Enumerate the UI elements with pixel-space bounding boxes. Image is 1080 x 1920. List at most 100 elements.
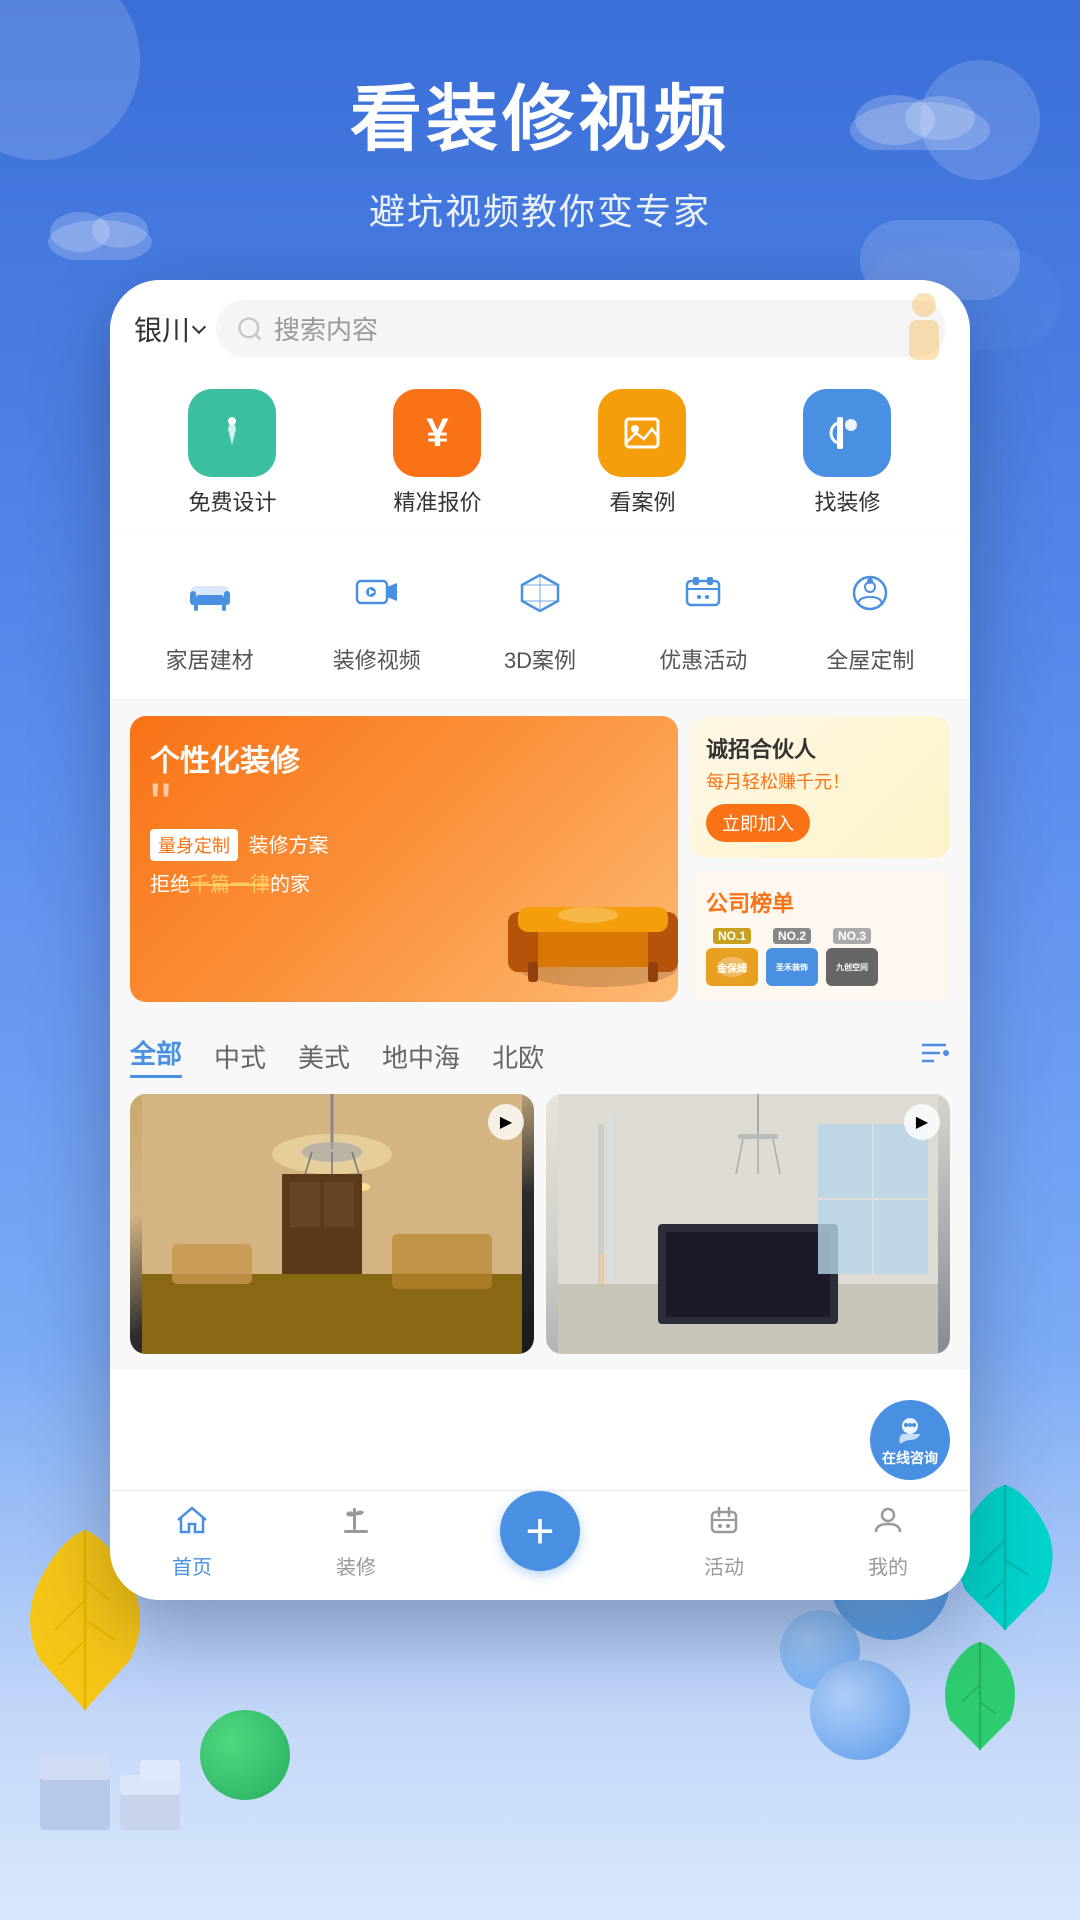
sofa-illustration <box>498 857 678 997</box>
menu-free-design[interactable]: 免费设计 <box>188 389 276 517</box>
plus-icon: + <box>500 1491 580 1571</box>
3d-label: 3D案例 <box>504 643 576 675</box>
person-illustration <box>894 290 954 370</box>
nav-activity[interactable]: 活动 <box>704 1502 744 1580</box>
menu-price[interactable]: ¥ 精准报价 <box>393 389 481 517</box>
menu-furniture[interactable]: 家居建材 <box>166 553 254 675</box>
rank-logos: NO.1 金保姆 NO.2 圣禾装饰 <box>706 928 934 986</box>
promo-icon <box>663 553 743 633</box>
nav-home[interactable]: 首页 <box>172 1502 212 1580</box>
deco-leaf-green <box>940 1640 1020 1760</box>
find-decoration-label: 找装修 <box>814 485 880 517</box>
nav-decoration[interactable]: 装修 <box>336 1502 376 1580</box>
nav-mine[interactable]: 我的 <box>868 1502 908 1580</box>
custom-icon <box>830 553 910 633</box>
partner-subtitle: 每月轻松赚千元！ <box>706 768 934 794</box>
svg-text:金保姆: 金保姆 <box>716 962 747 975</box>
rank-item-3: NO.3 九创空间 <box>826 928 878 986</box>
tab-mediterranean[interactable]: 地中海 <box>382 1038 460 1075</box>
filter-sort-icon[interactable] <box>918 1037 950 1076</box>
rank-logo-2: 圣禾装饰 <box>766 948 818 986</box>
nav-activity-label: 活动 <box>704 1551 744 1580</box>
room-image-1-inner: ▶ <box>130 1094 534 1354</box>
room-image-1[interactable]: ▶ <box>130 1094 534 1354</box>
menu-promo[interactable]: 优惠活动 <box>659 553 747 675</box>
icon-row-2: 家居建材 装修视频 3D案例 <box>110 533 970 700</box>
rank-badge-1: NO.1 <box>713 928 751 944</box>
left-banner-title: 个性化装修 <box>150 736 658 780</box>
home-icon <box>174 1502 210 1547</box>
deco-sphere-blue3 <box>810 1660 910 1760</box>
free-design-icon <box>188 389 276 477</box>
menu-video[interactable]: 装修视频 <box>333 553 421 675</box>
nav-plus[interactable]: + <box>500 1511 580 1571</box>
play-button-2[interactable]: ▶ <box>904 1104 940 1140</box>
search-box[interactable]: 搜索内容 <box>216 300 946 357</box>
video-label: 装修视频 <box>333 643 421 675</box>
search-icon <box>236 315 264 343</box>
main-title: 看装修视频 <box>0 60 1080 165</box>
image-grid: ▶ <box>110 1094 970 1370</box>
nav-home-label: 首页 <box>172 1551 212 1580</box>
left-banner-tag: 量身定制 <box>150 829 238 861</box>
city-name: 银川 <box>134 309 190 349</box>
consult-label: 在线咨询 <box>882 1448 938 1468</box>
phone-mockup: 银川 搜索内容 免费设计 ¥ 精准报价 <box>110 280 970 1600</box>
tab-american[interactable]: 美式 <box>298 1038 350 1075</box>
left-banner-desc: 装修方案 <box>248 835 328 857</box>
deco-blocks <box>30 1715 210 1840</box>
tab-all[interactable]: 全部 <box>130 1034 182 1078</box>
furniture-label: 家居建材 <box>166 643 254 675</box>
rank-logo-3: 九创空间 <box>826 948 878 986</box>
rank-badge-2: NO.2 <box>773 928 811 944</box>
menu-3d[interactable]: 3D案例 <box>500 553 580 675</box>
rank-item-1: NO.1 金保姆 <box>706 928 758 986</box>
video-icon <box>337 553 417 633</box>
tab-chinese[interactable]: 中式 <box>214 1038 266 1075</box>
menu-custom[interactable]: 全屋定制 <box>826 553 914 675</box>
partner-title: 诚招合伙人 <box>706 732 934 764</box>
city-selector[interactable]: 银川 <box>134 309 204 349</box>
rank-banner[interactable]: 公司榜单 NO.1 金保姆 NO.2 <box>690 870 950 1002</box>
svg-text:九创空间: 九创空间 <box>835 962 868 972</box>
mine-icon <box>870 1502 906 1547</box>
right-banners: 诚招合伙人 每月轻松赚千元！ 立即加入 公司榜单 NO.1 <box>690 716 950 1002</box>
search-placeholder: 搜索内容 <box>274 310 378 347</box>
free-design-label: 免费设计 <box>188 485 276 517</box>
tab-nordic[interactable]: 北欧 <box>492 1038 544 1075</box>
svg-text:圣禾装饰: 圣禾装饰 <box>775 962 808 972</box>
consult-icon <box>892 1412 928 1448</box>
room-image-2-inner: ▶ <box>546 1094 950 1354</box>
play-button-1[interactable]: ▶ <box>488 1104 524 1140</box>
decoration-icon <box>338 1502 374 1547</box>
header-section: 看装修视频 避坑视频教你变专家 <box>0 60 1080 235</box>
partner-banner[interactable]: 诚招合伙人 每月轻松赚千元！ 立即加入 <box>690 716 950 858</box>
nav-mine-label: 我的 <box>868 1551 908 1580</box>
price-label: 精准报价 <box>393 485 481 517</box>
join-button[interactable]: 立即加入 <box>706 804 810 842</box>
menu-cases[interactable]: 看案例 <box>598 389 686 517</box>
consult-button[interactable]: 在线咨询 <box>870 1400 950 1480</box>
3d-icon <box>500 553 580 633</box>
filter-tabs: 全部 中式 美式 地中海 北欧 <box>110 1018 970 1094</box>
deco-sphere-green <box>200 1710 290 1800</box>
find-decoration-icon <box>803 389 891 477</box>
search-area: 银川 搜索内容 <box>110 280 970 373</box>
rank-logo-1: 金保姆 <box>706 948 758 986</box>
cases-label: 看案例 <box>609 485 675 517</box>
promo-label: 优惠活动 <box>659 643 747 675</box>
custom-label: 全屋定制 <box>826 643 914 675</box>
city-arrow-icon <box>192 319 206 333</box>
cases-icon <box>598 389 686 477</box>
activity-icon <box>706 1502 742 1547</box>
rank-title: 公司榜单 <box>706 886 934 918</box>
room-image-2[interactable]: ▶ <box>546 1094 950 1354</box>
bottom-nav: 首页 装修 + <box>110 1490 970 1600</box>
price-icon: ¥ <box>393 389 481 477</box>
rank-badge-3: NO.3 <box>833 928 871 944</box>
menu-find-decoration[interactable]: 找装修 <box>803 389 891 517</box>
rank-item-2: NO.2 圣禾装饰 <box>766 928 818 986</box>
banner-area: 个性化装修 " 量身定制 装修方案 拒绝千篇一律的家 <box>110 700 970 1018</box>
left-banner[interactable]: 个性化装修 " 量身定制 装修方案 拒绝千篇一律的家 <box>130 716 678 1002</box>
furniture-icon <box>170 553 250 633</box>
